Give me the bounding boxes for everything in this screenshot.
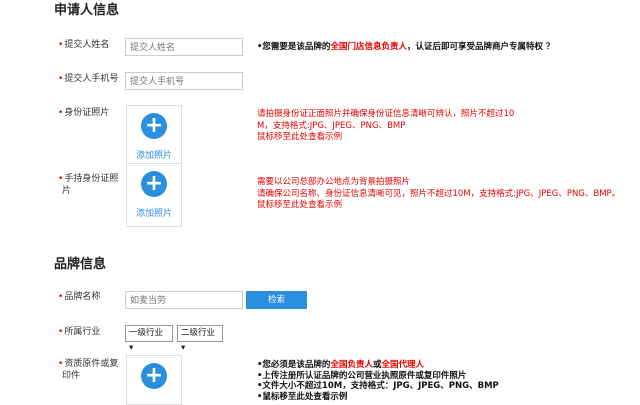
- brand-section-title: 品牌信息: [54, 257, 107, 272]
- add-photo-text: 添加照片: [135, 151, 172, 161]
- plus-circle-icon: +: [141, 113, 167, 139]
- handheld-id-label: •手持身份证照片: [58, 174, 119, 196]
- submitter-name-label: •提交人姓名: [58, 40, 110, 50]
- industry-level1-select[interactable]: 一级行业 ▾: [125, 325, 173, 353]
- search-button[interactable]: 检索: [246, 291, 307, 309]
- industry-level2-select[interactable]: 二级行业 ▾: [177, 325, 223, 353]
- handheld-example-link[interactable]: 鼠标移至此处查看示例: [257, 200, 620, 212]
- id-photo-label: •身份证照片: [58, 108, 110, 118]
- dropdown-arrow-icon: ▾: [129, 343, 134, 353]
- submitter-name-input[interactable]: [125, 38, 243, 56]
- plus-circle-icon: +: [141, 363, 167, 389]
- qualification-label: •资质原件或复 印件: [58, 359, 119, 381]
- id-photo-note: 请拍摄身份证正面照片并确保身份证信息清晰可辨认，照片不超过10 M，支持格式:J…: [257, 109, 515, 144]
- submitter-phone-input[interactable]: [125, 72, 243, 90]
- applicant-notice: •您需要是该品牌的全国门店信息负责人，认证后即可享受品牌商户专属特权 ？: [257, 42, 555, 52]
- qualification-example-link[interactable]: •鼠标移至此处查看示例: [257, 392, 499, 403]
- industry-label: •所属行业: [58, 327, 101, 337]
- add-photo-text: 添加照片: [135, 209, 172, 219]
- handheld-id-upload[interactable]: + 添加照片: [126, 163, 182, 227]
- dropdown-arrow-icon: ▾: [181, 343, 186, 353]
- id-photo-example-link[interactable]: 鼠标移至此处查看示例: [257, 132, 514, 144]
- id-photo-upload[interactable]: + 添加照片: [126, 105, 182, 169]
- handheld-id-note: 需要以公司总部办公地点为背景拍摄照片 请确保公司名称、身份证信息清晰可见，照片不…: [257, 177, 621, 212]
- brand-name-label: •品牌名称: [58, 292, 101, 302]
- submitter-phone-label: •提交人手机号: [58, 74, 119, 84]
- qualification-upload[interactable]: +: [126, 355, 182, 405]
- brand-name-input[interactable]: [125, 291, 243, 309]
- plus-circle-icon: +: [141, 171, 167, 197]
- applicant-section-title: 申请人信息: [54, 3, 120, 18]
